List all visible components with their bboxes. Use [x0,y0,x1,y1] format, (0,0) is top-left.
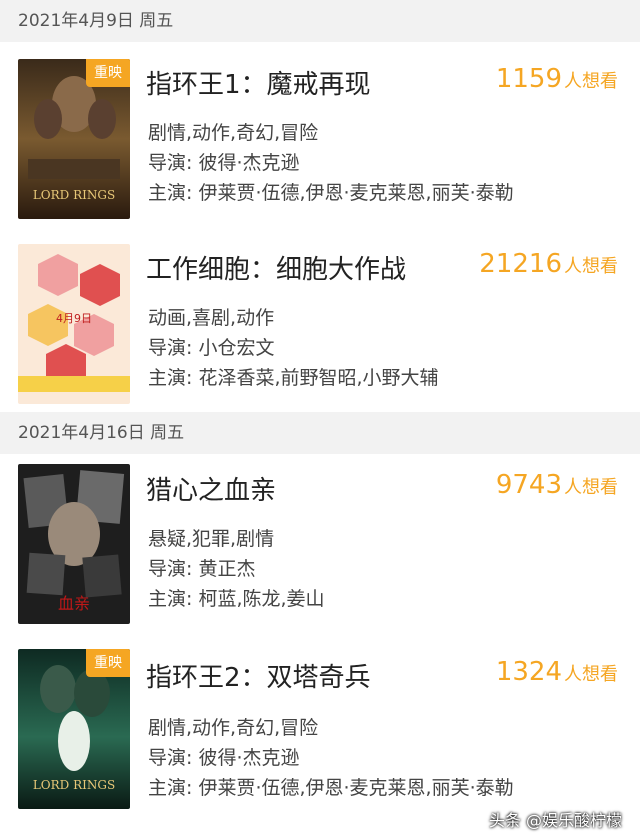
want-to-see: 21216 人想看 [479,249,618,279]
movie-genre: 剧情,动作,奇幻,冒险 [148,122,319,144]
movie-item[interactable]: LORD RINGS 重映 指环王1：魔戒再现 1159 人想看 剧情,动作,奇幻… [0,42,640,227]
movie-poster[interactable]: 4月9日 [18,244,130,404]
movie-cast: 主演: 花泽香菜,前野智昭,小野大辅 [148,367,439,389]
want-count: 9743 [495,470,562,500]
release-list: 2021年4月9日 周五 LORD RINGS 重映 指环王1：魔戒再现 115… [0,0,640,834]
movie-item[interactable]: 4月9日 工作细胞：细胞大作战 21216 人想看 动画,喜剧,动作 导演: 小仓… [0,227,640,412]
want-to-see: 1324 人想看 [496,657,618,687]
movie-genre: 剧情,动作,奇幻,冒险 [148,717,319,739]
movie-poster[interactable]: 血亲 [18,464,130,624]
movie-director: 导演: 彼得·杰克逊 [148,152,300,174]
movie-item[interactable]: 血亲 猎心之血亲 9743 人想看 悬疑,犯罪,剧情 导演: 黄正杰 主演: 柯蓝… [0,454,640,649]
movie-director: 导演: 彼得·杰克逊 [148,747,300,769]
movie-cast: 主演: 柯蓝,陈龙,姜山 [148,588,325,610]
movie-cast: 主演: 伊莱贾·伍德,伊恩·麦克莱恩,丽芙·泰勒 [148,182,514,204]
poster-title-text: 血亲 [58,594,90,613]
rerun-badge: 重映 [86,649,130,677]
want-count: 21216 [479,249,562,279]
movie-title[interactable]: 工作细胞：细胞大作战 [146,249,406,286]
date-header: 2021年4月16日 周五 [0,412,640,454]
want-label: 人想看 [564,477,618,498]
want-to-see: 1159 人想看 [496,64,618,94]
want-to-see: 9743 人想看 [496,470,618,500]
movie-cast: 主演: 伊莱贾·伍德,伊恩·麦克莱恩,丽芙·泰勒 [148,777,514,799]
poster-date-text: 4月9日 [56,312,92,325]
want-label: 人想看 [564,71,618,92]
movie-title[interactable]: 指环王1：魔戒再现 [146,64,371,101]
rerun-badge: 重映 [86,59,130,87]
poster-logo-text: LORD RINGS [33,778,115,792]
want-label: 人想看 [564,664,618,685]
movie-genre: 动画,喜剧,动作 [148,307,275,329]
want-label: 人想看 [564,256,618,277]
want-count: 1324 [495,657,562,687]
movie-genre: 悬疑,犯罪,剧情 [148,528,275,550]
watermark: 头条 @娱乐酸柠檬 [488,811,622,830]
want-count: 1159 [495,64,562,94]
movie-title[interactable]: 猎心之血亲 [146,470,276,507]
movie-director: 导演: 小仓宏文 [148,337,275,359]
movie-poster[interactable]: LORD RINGS 重映 [18,59,130,219]
movie-poster[interactable]: LORD RINGS 重映 [18,649,130,809]
movie-title[interactable]: 指环王2：双塔奇兵 [146,657,371,694]
date-header: 2021年4月9日 周五 [0,0,640,42]
movie-director: 导演: 黄正杰 [148,558,256,580]
poster-logo-text: LORD RINGS [33,188,115,202]
